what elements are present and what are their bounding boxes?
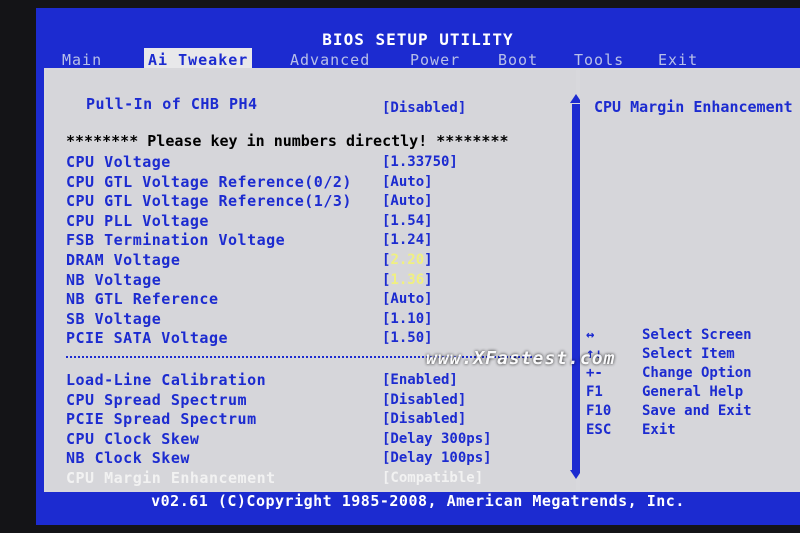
content-panel: Pull-In of CHB PH4 [Disabled] ******** P…: [44, 68, 800, 492]
setting-value[interactable]: [1.54]: [382, 211, 433, 231]
key-name: ESC: [586, 422, 612, 438]
setting-value[interactable]: [1.10]: [382, 309, 433, 329]
help-title: CPU Margin Enhancement: [594, 98, 793, 116]
key-action: Exit: [642, 422, 676, 438]
setting-label[interactable]: PCIE Spread Spectrum: [66, 409, 257, 429]
setting-value[interactable]: [Compatible]: [382, 468, 483, 488]
setting-label[interactable]: CPU Spread Spectrum: [66, 390, 247, 410]
pullin-value[interactable]: [Disabled]: [382, 98, 466, 118]
setting-label[interactable]: CPU Margin Enhancement: [66, 468, 276, 488]
highlighted-value: 1.36: [390, 271, 425, 288]
bios-title: BIOS SETUP UTILITY: [322, 30, 514, 49]
key-legend-row: F1 General Help: [580, 383, 800, 402]
setting-value[interactable]: [Auto]: [382, 191, 433, 211]
setting-value[interactable]: [Delay 100ps]: [382, 448, 492, 468]
key-action: General Help: [642, 384, 744, 400]
setting-value[interactable]: [Disabled]: [382, 409, 466, 429]
key-action: Select Screen: [642, 327, 752, 343]
setting-value[interactable]: [1.50]: [382, 328, 433, 348]
setting-label[interactable]: SB Voltage: [66, 309, 161, 329]
setting-value[interactable]: [2.20]: [382, 250, 433, 270]
setting-value[interactable]: [Enabled]: [382, 370, 458, 390]
pullin-label[interactable]: Pull-In of CHB PH4: [86, 94, 258, 114]
setting-value[interactable]: [1.24]: [382, 230, 433, 250]
instruction-note: ******** Please key in numbers directly!…: [66, 132, 509, 150]
key-legend-row: F10 Save and Exit: [580, 402, 800, 421]
settings-list: Pull-In of CHB PH4 [Disabled] ******** P…: [46, 70, 582, 490]
setting-label[interactable]: CPU Clock Skew: [66, 429, 199, 449]
setting-value[interactable]: [Delay 300ps]: [382, 429, 492, 449]
setting-value[interactable]: [Auto]: [382, 172, 433, 192]
setting-label[interactable]: CPU PLL Voltage: [66, 211, 209, 231]
key-legend-row: ↔ Select Screen: [580, 326, 800, 345]
setting-label[interactable]: Load-Line Calibration: [66, 370, 266, 390]
setting-value[interactable]: [Disabled]: [382, 390, 466, 410]
setting-label[interactable]: CPU GTL Voltage Reference(0/2): [66, 172, 352, 192]
key-name: F1: [586, 384, 603, 400]
setting-label[interactable]: CPU Voltage: [66, 152, 171, 172]
setting-label[interactable]: CPU GTL Voltage Reference(1/3): [66, 191, 352, 211]
key-legend: ↔ Select Screen ↑↓ Select Item +- Change Opti…: [580, 326, 800, 440]
key-action: Change Option: [642, 365, 752, 381]
bios-screen: BIOS SETUP UTILITY Main Ai Tweaker Advan…: [36, 8, 800, 525]
copyright-footer: v02.61 (C)Copyright 1985-2008, American …: [151, 492, 685, 510]
key-action: Save and Exit: [642, 403, 752, 419]
setting-label[interactable]: FSB Termination Voltage: [66, 230, 285, 250]
highlighted-value: 2.20: [390, 252, 425, 268]
key-action: Select Item: [642, 346, 735, 362]
setting-label[interactable]: PCIE SATA Voltage: [66, 328, 228, 348]
watermark: www.XFastest.com: [426, 348, 616, 369]
setting-label[interactable]: NB GTL Reference: [66, 289, 219, 309]
scrollbar[interactable]: [572, 104, 580, 470]
key-name: ↔: [586, 327, 595, 343]
setting-value[interactable]: [1.36]: [382, 270, 433, 290]
setting-label[interactable]: NB Clock Skew: [66, 448, 190, 468]
key-name: F10: [586, 403, 612, 419]
setting-label[interactable]: NB Voltage: [66, 270, 161, 290]
setting-value[interactable]: [Auto]: [382, 289, 433, 309]
key-legend-row: ESC Exit: [580, 421, 800, 440]
help-panel: CPU Margin Enhancement ↔ Select Screen ↑↓ S…: [580, 70, 800, 490]
setting-label[interactable]: DRAM Voltage: [66, 250, 180, 270]
setting-value[interactable]: [1.33750]: [382, 152, 458, 172]
